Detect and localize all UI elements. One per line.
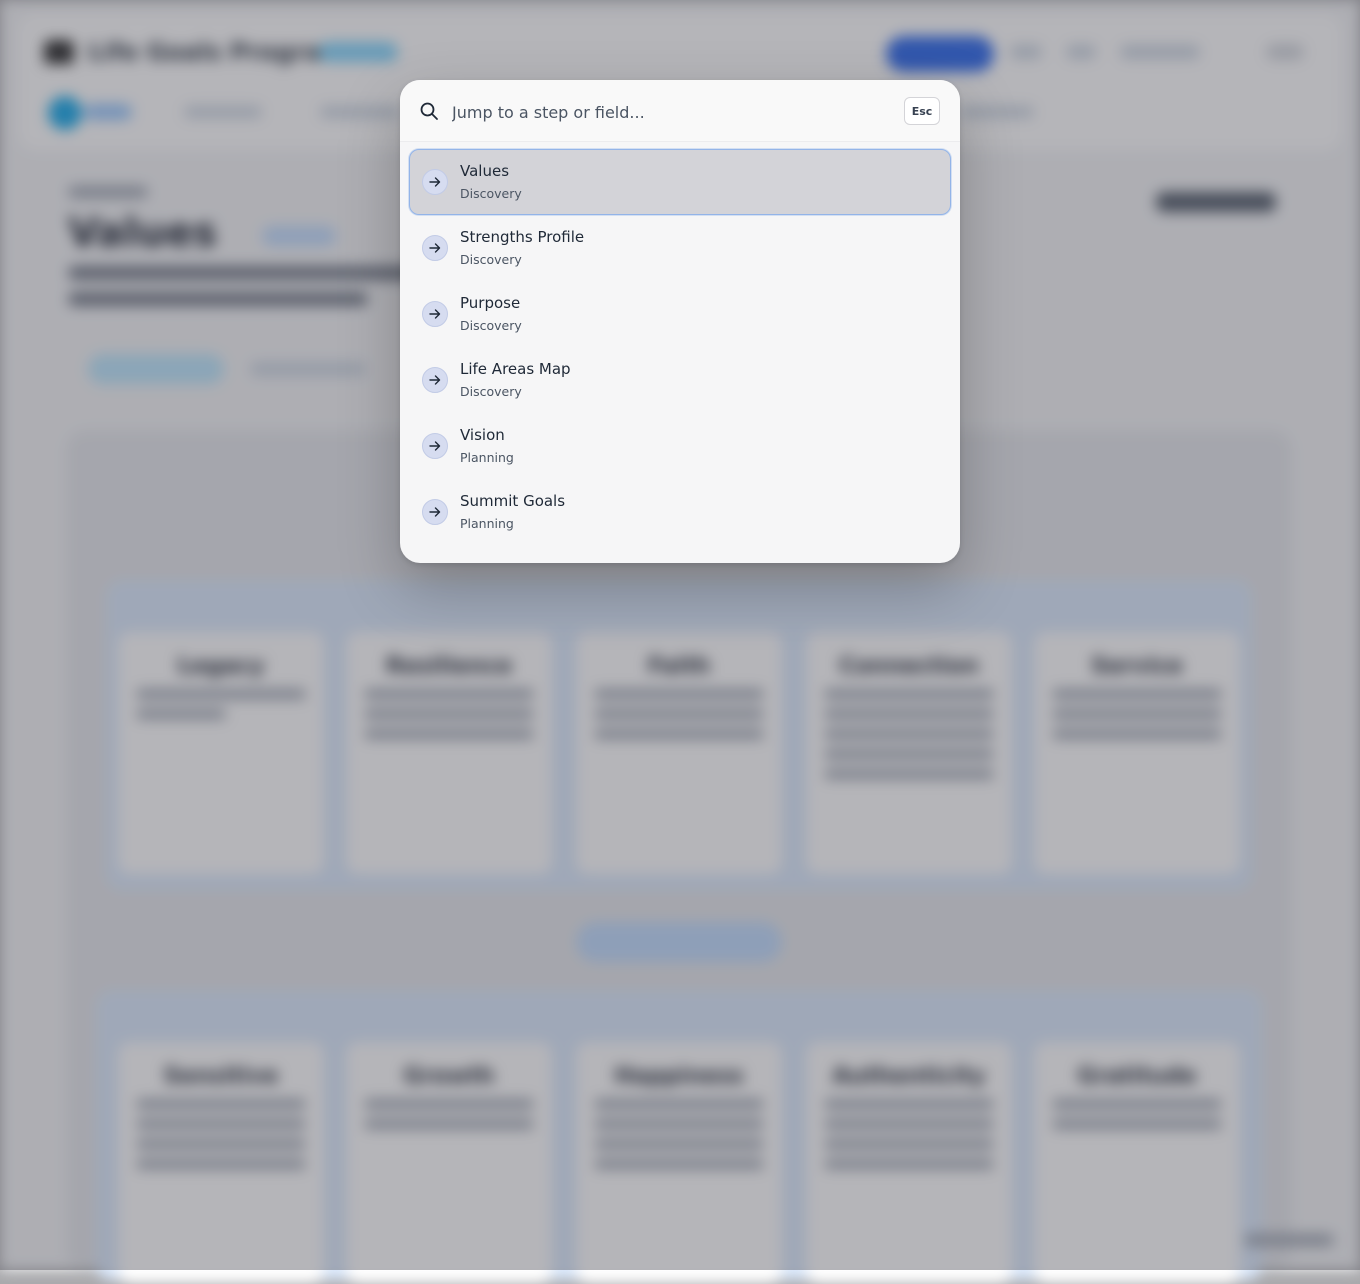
result-item-life-areas-map[interactable]: Life Areas Map Discovery (409, 347, 951, 413)
result-section: Planning (460, 450, 514, 465)
result-section: Discovery (460, 384, 522, 399)
result-title: Purpose (460, 294, 521, 312)
palette-results-list: Values Discovery Strengths Profile Disco… (409, 149, 951, 545)
result-item-strengths-profile[interactable]: Strengths Profile Discovery (409, 215, 951, 281)
result-item-values[interactable]: Values Discovery (409, 149, 951, 215)
result-section: Discovery (460, 318, 522, 333)
palette-search-input[interactable] (450, 98, 894, 126)
result-section: Discovery (460, 186, 522, 201)
arrow-right-icon (422, 235, 448, 261)
result-item-vision[interactable]: Vision Planning (409, 413, 951, 479)
result-item-purpose[interactable]: Purpose Discovery (409, 281, 951, 347)
esc-key-button[interactable]: Esc (904, 97, 940, 125)
result-title: Vision (460, 426, 505, 444)
search-icon (418, 100, 440, 122)
result-title: Summit Goals (460, 492, 566, 510)
result-section: Discovery (460, 252, 522, 267)
result-item-summit-goals[interactable]: Summit Goals Planning (409, 479, 951, 545)
arrow-right-icon (422, 169, 448, 195)
result-section: Planning (460, 516, 514, 531)
result-title: Life Areas Map (460, 360, 571, 378)
arrow-right-icon (422, 367, 448, 393)
arrow-right-icon (422, 301, 448, 327)
arrow-right-icon (422, 433, 448, 459)
palette-search-row: Esc (400, 80, 960, 142)
command-palette: Esc Values Discovery Strengths Profile D… (400, 80, 960, 563)
result-title: Values (460, 162, 510, 180)
arrow-right-icon (422, 499, 448, 525)
result-title: Strengths Profile (460, 228, 585, 246)
